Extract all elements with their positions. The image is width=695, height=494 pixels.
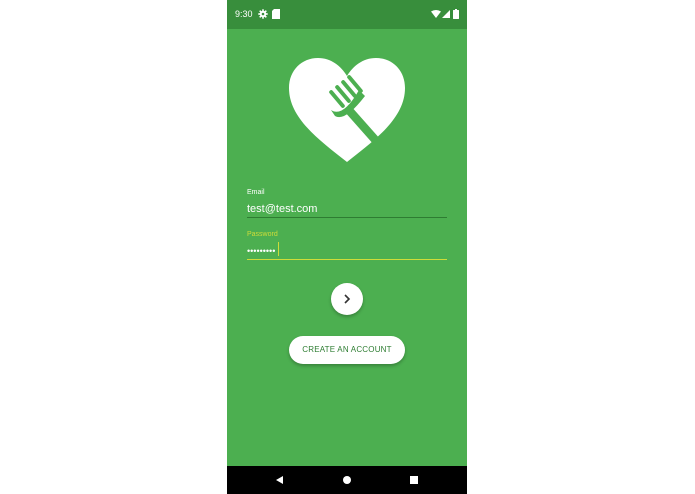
status-bar: 9:30: [227, 0, 467, 29]
sd-card-icon: [272, 9, 280, 19]
heart-fork-icon: [289, 58, 405, 162]
create-account-button[interactable]: CREATE AN ACCOUNT: [289, 336, 405, 364]
password-label: Password: [247, 231, 278, 238]
wifi-icon: [431, 10, 441, 18]
home-icon[interactable]: [342, 475, 352, 485]
status-time: 9:30: [235, 9, 253, 19]
text-caret: [278, 242, 279, 256]
chevron-right-icon: [344, 294, 351, 304]
phone-screen: 9:30 Email test@test.com Password ••••••…: [227, 0, 467, 494]
back-icon[interactable]: [275, 475, 285, 485]
next-button[interactable]: [331, 283, 363, 315]
gear-icon: [258, 9, 268, 19]
email-label: Email: [247, 189, 265, 196]
recents-icon[interactable]: [409, 475, 419, 485]
navigation-bar: [227, 466, 467, 494]
email-field[interactable]: [247, 201, 447, 218]
battery-icon: [453, 9, 459, 19]
signal-icon: [442, 10, 450, 18]
password-field[interactable]: [247, 242, 447, 260]
